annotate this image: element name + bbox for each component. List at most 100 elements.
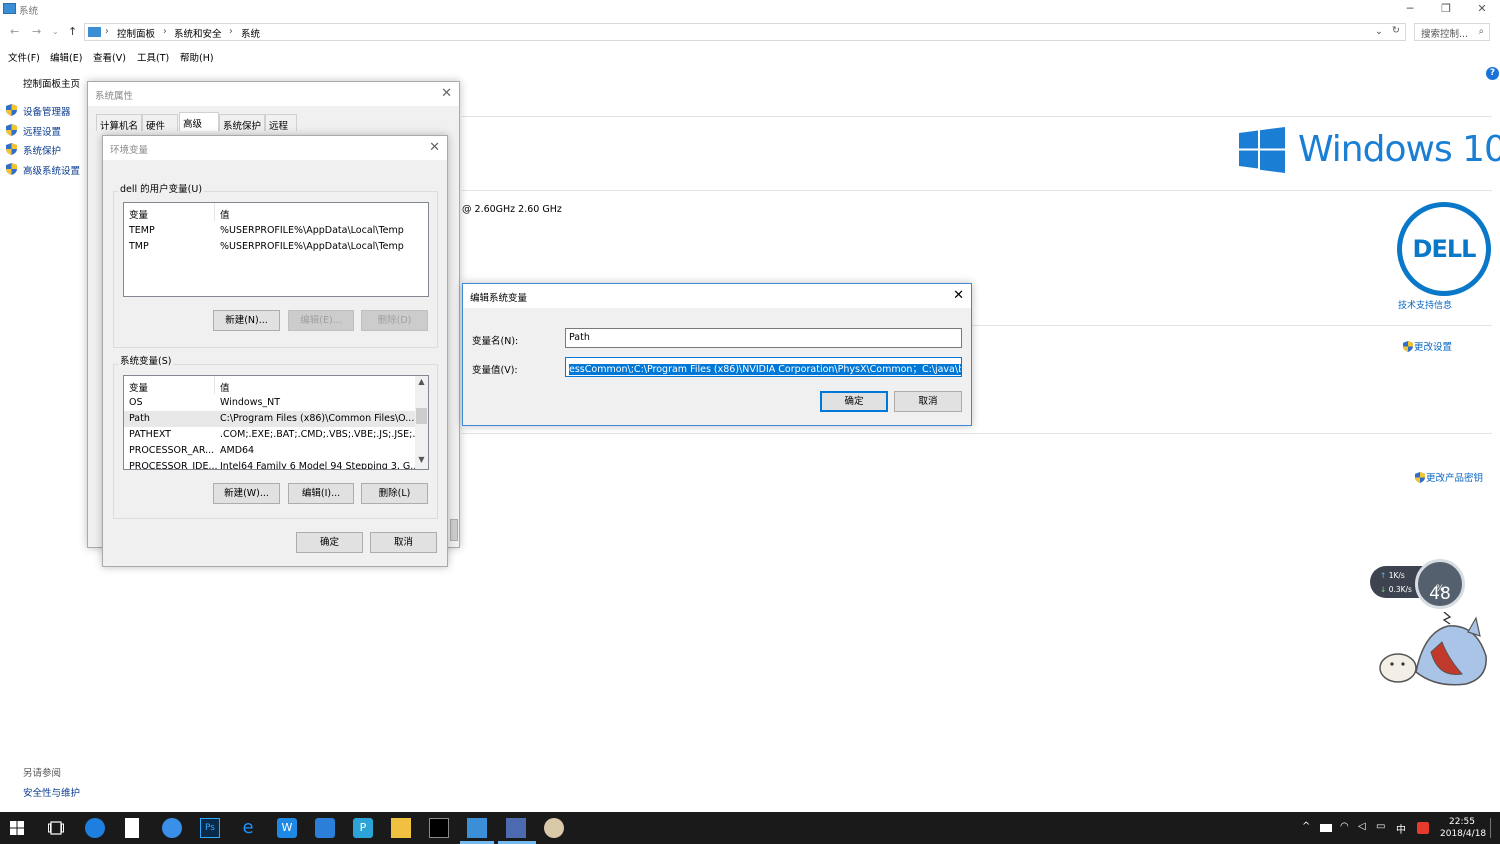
user-delete-button[interactable]: 删除(D) (361, 310, 428, 331)
back-arrow-icon[interactable]: ← (10, 25, 19, 38)
task-view-icon[interactable] (48, 821, 64, 835)
forward-arrow-icon[interactable]: → (32, 25, 41, 38)
cancel-button[interactable]: 取消 (894, 391, 962, 412)
refresh-icon[interactable]: ↻ (1392, 25, 1400, 36)
maximize-button[interactable]: ❐ (1428, 0, 1464, 19)
column-separator[interactable] (214, 203, 215, 221)
vertical-scrollbar[interactable]: ▲ ▼ (415, 376, 428, 469)
tab-computer-name[interactable]: 计算机名 (96, 114, 142, 132)
volume-icon[interactable]: ◁ (1358, 821, 1366, 832)
breadcrumb-separator-icon: › (229, 26, 233, 37)
user-edit-button[interactable]: 编辑(E)... (288, 310, 354, 331)
cancel-button[interactable]: 取消 (370, 532, 437, 553)
security-maintenance-link[interactable]: 安全性与维护 (23, 785, 80, 799)
sidebar-home-link[interactable]: 控制面板主页 (23, 76, 80, 90)
tray-expand-icon[interactable]: ^ (1302, 821, 1310, 832)
menu-file[interactable]: 文件(F) (8, 50, 40, 64)
file-explorer-icon[interactable] (391, 818, 411, 838)
system-new-button[interactable]: 新建(W)... (213, 483, 280, 504)
sidebar-item-remote-settings[interactable]: 远程设置 (23, 124, 61, 138)
variable-value: C:\Program Files (x86)\Common Files\O... (220, 413, 415, 424)
menu-view[interactable]: 查看(V) (93, 50, 126, 64)
scroll-thumb[interactable] (416, 408, 427, 424)
change-settings-link[interactable]: 更改设置 (1403, 339, 1452, 353)
scroll-down-arrow-icon[interactable]: ▼ (415, 455, 428, 468)
dropdown-chevron-icon[interactable]: ⌄ (1375, 26, 1383, 37)
ok-button[interactable]: 确定 (820, 391, 888, 412)
edge-icon[interactable]: e (238, 818, 258, 838)
memory-usage-gauge[interactable]: 48% (1415, 559, 1465, 609)
mail-app-icon[interactable] (315, 818, 335, 838)
search-input[interactable]: 搜索控制... ⌕ (1414, 23, 1490, 41)
close-button[interactable]: ✕ (1464, 0, 1500, 19)
tab-hardware[interactable]: 硬件 (142, 114, 178, 132)
edit-variable-title: 编辑系统变量 (470, 293, 528, 304)
user-variables-list[interactable]: 变量 值 TEMP %USERPROFILE%\AppData\Local\Te… (123, 202, 429, 297)
column-header-value[interactable]: 值 (220, 380, 230, 394)
tab-remote[interactable]: 远程 (265, 114, 297, 132)
windows-logo-icon (1239, 127, 1285, 173)
scroll-up-arrow-icon[interactable]: ▲ (415, 377, 428, 390)
command-prompt-icon[interactable] (429, 818, 449, 838)
document-icon[interactable] (125, 818, 139, 838)
variable-name-field[interactable]: Path (565, 328, 962, 348)
menu-edit[interactable]: 编辑(E) (50, 50, 82, 64)
close-icon[interactable]: ✕ (429, 140, 440, 155)
address-box[interactable]: › 控制面板 › 系统和安全 › 系统 ⌄ ↻ (84, 23, 1406, 41)
control-panel-taskbar-icon[interactable] (467, 818, 487, 838)
system-edit-button[interactable]: 编辑(I)... (288, 483, 354, 504)
taskbar-clock[interactable]: 22:55 2018/4/18 (1440, 816, 1486, 840)
breadcrumb-system-security[interactable]: 系统和安全 (174, 26, 222, 40)
column-header-value[interactable]: 值 (220, 207, 230, 221)
sidebar-item-system-protection[interactable]: 系统保护 (23, 143, 61, 157)
environment-variables-dialog: 环境变量 ✕ dell 的用户变量(U) 变量 值 TEMP %USERPROF… (102, 135, 448, 567)
support-info-link[interactable]: 技术支持信息 (1398, 298, 1452, 311)
help-icon[interactable]: ? (1486, 67, 1499, 80)
variable-value-field[interactable]: essCommon\;C:\Program Files (x86)\NVIDIA… (565, 357, 962, 377)
photoshop-icon[interactable]: Ps (200, 818, 220, 838)
wifi-icon[interactable]: ◠ (1340, 821, 1349, 832)
start-windows-icon[interactable] (10, 821, 24, 835)
close-icon[interactable]: ✕ (953, 288, 964, 303)
table-row[interactable]: TMP %USERPROFILE%\AppData\Local\Temp (124, 239, 428, 255)
tab-system-protection[interactable]: 系统保护 (219, 114, 265, 132)
minimize-button[interactable]: ─ (1392, 0, 1428, 19)
wps-writer-icon[interactable]: W (277, 818, 297, 838)
sidebar-item-device-manager[interactable]: 设备管理器 (23, 104, 71, 118)
menu-tools[interactable]: 工具(T) (137, 50, 169, 64)
table-row[interactable]: OS Windows_NT (124, 395, 428, 411)
column-separator[interactable] (214, 376, 215, 394)
table-row[interactable]: PROCESSOR_IDE... Intel64 Family 6 Model … (124, 459, 428, 469)
column-header-variable[interactable]: 变量 (129, 207, 148, 221)
ok-button[interactable]: 确定 (296, 532, 363, 553)
recent-chevron-icon[interactable]: ⌄ (52, 27, 59, 36)
paint-app-icon[interactable] (544, 818, 564, 838)
battery-icon[interactable] (1320, 824, 1332, 832)
pdf-app-icon[interactable]: P (353, 818, 373, 838)
input-method-indicator[interactable]: 中 (1396, 821, 1406, 836)
system-variables-list[interactable]: 变量 值 OS Windows_NT Path C:\Program Files… (123, 375, 429, 470)
tab-advanced[interactable]: 高级 (179, 112, 219, 131)
table-row[interactable]: TEMP %USERPROFILE%\AppData\Local\Temp (124, 223, 428, 239)
menu-help[interactable]: 帮助(H) (180, 50, 214, 64)
close-icon[interactable]: ✕ (441, 86, 452, 101)
up-arrow-icon[interactable]: ↑ (68, 25, 77, 38)
change-product-key-link[interactable]: 更改产品密钥 (1415, 470, 1483, 484)
user-new-button[interactable]: 新建(N)... (213, 310, 280, 331)
messenger-icon[interactable] (162, 818, 182, 838)
sogou-ime-icon[interactable] (1417, 822, 1429, 834)
keyboard-icon[interactable]: ▭ (1376, 821, 1385, 832)
system-properties-taskbar-icon[interactable] (506, 818, 526, 838)
browser-q-icon[interactable] (85, 818, 105, 838)
table-row[interactable]: PATHEXT .COM;.EXE;.BAT;.CMD;.VBS;.VBE;.J… (124, 427, 428, 443)
table-row[interactable]: PROCESSOR_AR... AMD64 (124, 443, 428, 459)
show-desktop-button[interactable] (1490, 818, 1491, 838)
system-delete-button[interactable]: 删除(L) (361, 483, 428, 504)
sidebar-item-advanced-settings[interactable]: 高级系统设置 (23, 163, 80, 177)
system-variables-label: 系统变量(S) (118, 353, 174, 367)
breadcrumb-control-panel[interactable]: 控制面板 (117, 26, 155, 40)
column-header-variable[interactable]: 变量 (129, 380, 148, 394)
table-row-selected[interactable]: Path C:\Program Files (x86)\Common Files… (124, 411, 416, 427)
dialog-title-bar: 系统属性 ✕ (88, 82, 459, 106)
breadcrumb-system[interactable]: 系统 (241, 26, 260, 40)
